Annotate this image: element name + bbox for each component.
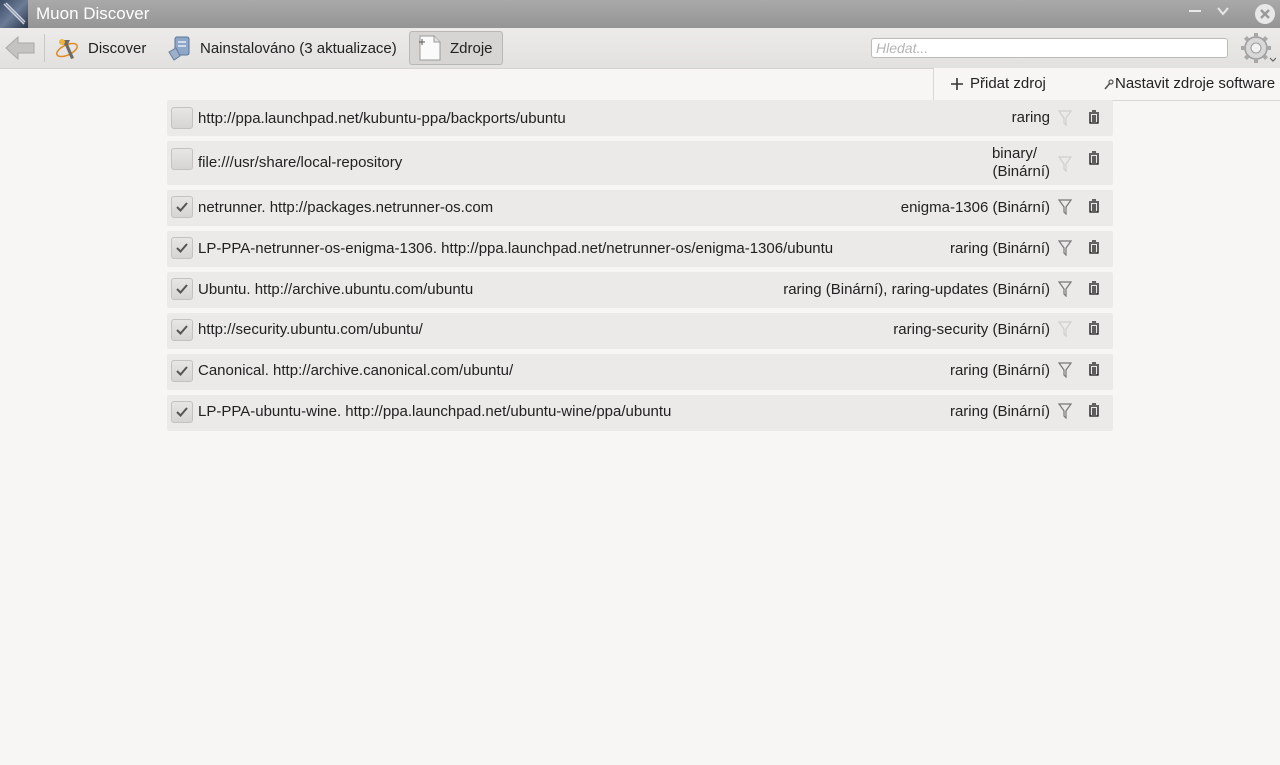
window-title: Muon Discover: [36, 4, 150, 23]
filter-icon[interactable]: [1057, 240, 1073, 257]
source-suites: raring (Binární): [949, 403, 1050, 420]
filter-icon[interactable]: [1057, 199, 1073, 216]
source-enabled-checkbox[interactable]: [171, 401, 193, 423]
source-suites: raring: [1011, 109, 1050, 126]
source-row: LP-PPA-netrunner-os-enigma-1306. http://…: [167, 231, 1113, 267]
settings-menu-button[interactable]: [1240, 32, 1277, 64]
checkmark-icon: [176, 243, 188, 253]
delete-icon[interactable]: [1088, 110, 1100, 124]
delete-icon[interactable]: [1088, 240, 1100, 254]
tab-sources[interactable]: Zdroje: [409, 31, 503, 65]
wrench-icon: [1104, 78, 1114, 90]
configure-sources-button[interactable]: Nastavit zdroje software: [1104, 75, 1275, 92]
source-name: LP-PPA-netrunner-os-enigma-1306. http://…: [198, 240, 834, 257]
source-suites: raring (Binární): [949, 240, 1050, 257]
delete-icon[interactable]: [1088, 403, 1100, 417]
installed-button[interactable]: Nainstalováno (3 aktualizace): [160, 31, 403, 65]
source-suites: enigma-1306 (Binární): [900, 199, 1050, 216]
source-suites: raring (Binární), raring-updates (Binárn…: [783, 281, 1050, 298]
source-row: http://ppa.launchpad.net/kubuntu-ppa/bac…: [167, 100, 1113, 136]
source-name: Ubuntu. http://archive.ubuntu.com/ubuntu: [198, 281, 474, 298]
back-button[interactable]: [4, 34, 36, 62]
checkmark-icon: [176, 366, 188, 376]
source-enabled-checkbox[interactable]: [171, 196, 193, 218]
source-suites-line1: binary/: [991, 145, 1037, 162]
sources-icon: [416, 34, 444, 62]
installed-label: Nainstalováno (3 aktualizace): [200, 39, 397, 57]
source-enabled-checkbox[interactable]: [171, 278, 193, 300]
toolbar: Discover Nainstalováno (3 aktualizace) Z…: [0, 28, 1280, 69]
source-row: Ubuntu. http://archive.ubuntu.com/ubuntu…: [167, 272, 1113, 308]
filter-icon[interactable]: [1057, 321, 1073, 338]
delete-icon[interactable]: [1088, 281, 1100, 295]
title-bar: Muon Discover: [0, 0, 1280, 28]
back-arrow-icon: [5, 35, 35, 61]
checkmark-icon: [176, 407, 188, 417]
source-row: file:///usr/share/local-repository binar…: [167, 141, 1113, 185]
source-name: Canonical. http://archive.canonical.com/…: [198, 362, 514, 379]
checkmark-icon: [176, 284, 188, 294]
source-suites: raring (Binární): [949, 362, 1050, 379]
source-enabled-checkbox[interactable]: [171, 319, 193, 341]
search-input[interactable]: [871, 38, 1228, 58]
delete-icon[interactable]: [1088, 362, 1100, 376]
discover-icon: [54, 34, 82, 62]
checkmark-icon: [176, 202, 188, 212]
toolbar-separator: [44, 34, 45, 62]
add-source-button[interactable]: Přidat zdroj: [950, 75, 1046, 92]
source-name: netrunner. http://packages.netrunner-os.…: [198, 199, 494, 216]
source-enabled-checkbox[interactable]: [171, 237, 193, 259]
plus-icon: [951, 77, 963, 90]
filter-icon[interactable]: [1057, 281, 1073, 298]
source-suites: binary/ (Binární): [992, 145, 1050, 181]
app-icon: [0, 0, 28, 28]
source-suites-line2: (Binární): [992, 163, 1050, 180]
gear-icon: [1241, 33, 1277, 63]
source-name: file:///usr/share/local-repository: [198, 154, 403, 171]
minimize-icon[interactable]: [1188, 4, 1202, 23]
configure-sources-label: Nastavit zdroje software: [1115, 75, 1276, 92]
checkmark-icon: [176, 325, 188, 335]
filter-icon[interactable]: [1057, 362, 1073, 379]
delete-icon[interactable]: [1088, 321, 1100, 335]
source-enabled-checkbox[interactable]: [171, 148, 193, 170]
filter-icon[interactable]: [1057, 403, 1073, 420]
discover-button[interactable]: Discover: [48, 31, 152, 65]
sources-label: Zdroje: [450, 39, 493, 57]
installed-icon: [166, 34, 194, 62]
delete-icon[interactable]: [1088, 151, 1100, 165]
delete-icon[interactable]: [1088, 199, 1100, 213]
maximize-chevron-icon[interactable]: [1216, 4, 1230, 23]
source-enabled-checkbox[interactable]: [171, 107, 193, 129]
close-button[interactable]: [1255, 4, 1275, 24]
filter-icon[interactable]: [1057, 156, 1073, 173]
source-row: LP-PPA-ubuntu-wine. http://ppa.launchpad…: [167, 395, 1113, 431]
source-suites: raring-security (Binární): [893, 321, 1050, 338]
add-source-label: Přidat zdroj: [970, 75, 1046, 92]
source-name: http://ppa.launchpad.net/kubuntu-ppa/bac…: [198, 110, 566, 127]
source-name: LP-PPA-ubuntu-wine. http://ppa.launchpad…: [198, 403, 672, 420]
source-name: http://security.ubuntu.com/ubuntu/: [198, 321, 423, 338]
close-icon: [1260, 9, 1270, 19]
sources-action-bar: Přidat zdroj Nastavit zdroje software: [933, 68, 1280, 101]
discover-label: Discover: [88, 39, 147, 57]
filter-icon[interactable]: [1057, 110, 1073, 127]
source-row: netrunner. http://packages.netrunner-os.…: [167, 190, 1113, 226]
source-enabled-checkbox[interactable]: [171, 360, 193, 382]
source-row: Canonical. http://archive.canonical.com/…: [167, 354, 1113, 390]
source-row: http://security.ubuntu.com/ubuntu/ rarin…: [167, 313, 1113, 349]
